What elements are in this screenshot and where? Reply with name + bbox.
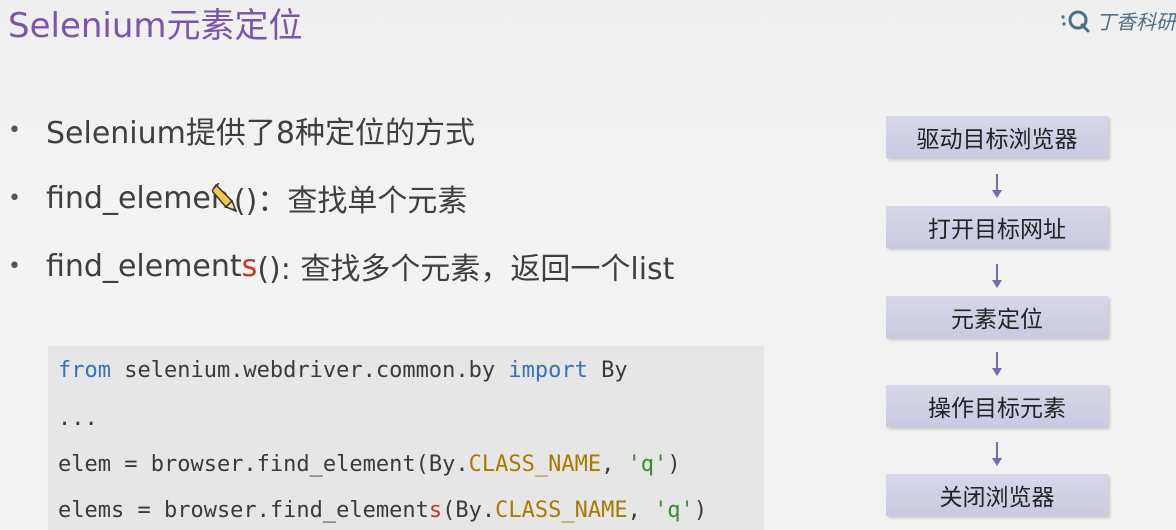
bullet-text-prefix: find_elemen — [46, 180, 230, 216]
import-name: By — [587, 358, 628, 383]
flow-step-close-browser: 关闭浏览器 — [886, 474, 1108, 516]
bullet-text-prefix: find_element — [46, 248, 242, 284]
flow-step-locate-element: 元素定位 — [886, 296, 1108, 338]
down-arrow-icon — [992, 264, 1002, 288]
code-pre: elems = browser.find_element — [58, 498, 429, 523]
code-mid: , — [627, 498, 655, 523]
code-mid: , — [601, 452, 628, 477]
code-post: ) — [667, 452, 681, 477]
code-line-ellipsis: ... — [58, 406, 98, 431]
code-pre: elem = browser.find_element(By. — [58, 452, 469, 477]
bullet-text-suffix: ()：查找单个元素 — [233, 184, 468, 219]
code-mid: (By. — [442, 498, 496, 523]
code-post: ) — [693, 498, 708, 523]
flow-step-open-url: 打开目标网址 — [886, 206, 1108, 248]
flow-step-launch-browser: 驱动目标浏览器 — [886, 116, 1108, 158]
page-title: Selenium元素定位 — [8, 6, 303, 46]
down-arrow-icon — [992, 174, 1002, 198]
code-string: 'q' — [627, 452, 668, 477]
down-arrow-icon — [992, 442, 1002, 466]
keyword-from: from — [58, 358, 111, 383]
code-block: from selenium.webdriver.common.by import… — [48, 346, 764, 530]
bullet-text: Selenium提供了8种定位的方式 — [46, 116, 475, 151]
workflow-diagram: 驱动目标浏览器 打开目标网址 元素定位 操作目标元素 关闭浏览器 — [886, 0, 1112, 530]
bullet-marker: • — [8, 253, 21, 279]
flow-step-operate-element: 操作目标元素 — [886, 385, 1108, 427]
code-const: CLASS_NAME — [468, 452, 602, 477]
bullet-marker: • — [8, 185, 21, 211]
code-line-import: from selenium.webdriver.common.by import… — [58, 358, 628, 383]
keyword-import: import — [508, 358, 588, 383]
bullet-marker: • — [8, 117, 21, 143]
code-line-find-element: elem = browser.find_element(By.CLASS_NAM… — [58, 452, 681, 477]
bullet-item-locator-count: • Selenium提供了8种定位的方式 — [8, 108, 475, 152]
code-string: 'q' — [654, 498, 694, 523]
bullet-text-suffix: (): 查找多个元素，返回一个list — [257, 252, 675, 287]
plural-s-highlight: s — [241, 248, 258, 284]
ellipsis-text: ... — [58, 406, 98, 431]
bullet-item-find-element: • find_elemen ()：查找单个元素 — [8, 176, 467, 220]
code-const: CLASS_NAME — [495, 498, 628, 523]
bullet-item-find-elements: • find_element s (): 查找多个元素，返回一个list — [8, 244, 674, 288]
code-plural-s: s — [428, 498, 443, 523]
down-arrow-icon — [992, 352, 1002, 376]
module-path: selenium.webdriver.common.by — [110, 358, 509, 383]
code-line-find-elements: elems = browser.find_elements(By.CLASS_N… — [58, 498, 707, 523]
